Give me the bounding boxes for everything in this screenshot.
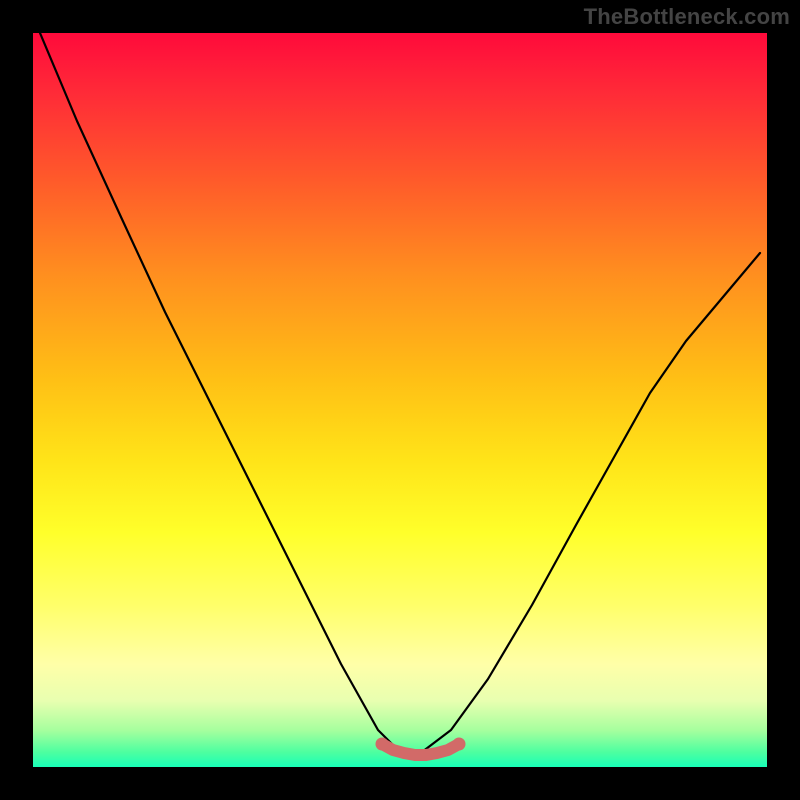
plot-area: [33, 33, 767, 767]
watermark-text: TheBottleneck.com: [584, 4, 790, 30]
chart-frame: TheBottleneck.com: [0, 0, 800, 800]
heat-gradient-background: [33, 33, 767, 767]
